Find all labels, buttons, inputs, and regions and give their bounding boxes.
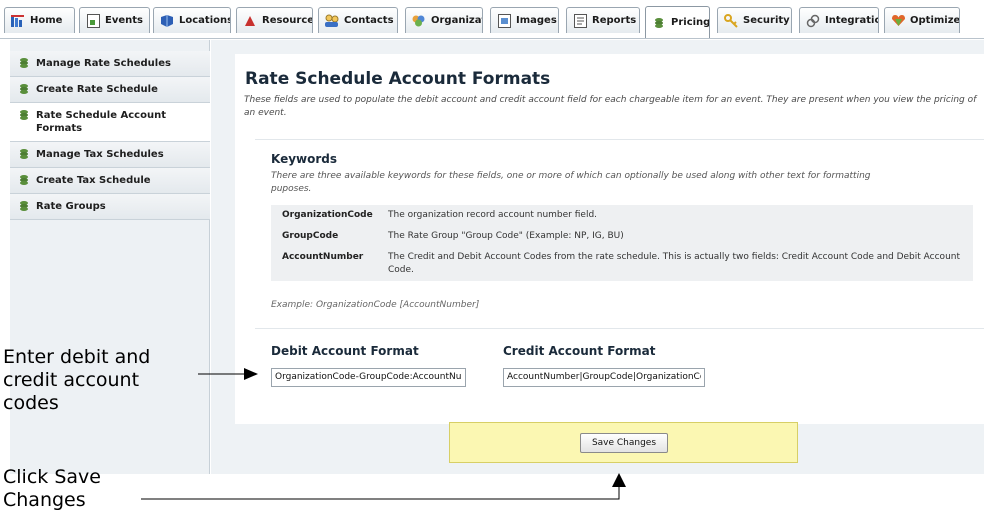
- keyword-description: The Credit and Debit Account Codes from …: [388, 252, 961, 275]
- tab-organizations-label: Organizat: [431, 15, 483, 26]
- resources-icon: [242, 13, 258, 29]
- keyword-name: GroupCode: [282, 231, 339, 241]
- tab-organizations[interactable]: Organizat: [405, 7, 483, 33]
- keyword-description: The Rate Group "Group Code" (Example: NP…: [388, 231, 624, 241]
- tab-locations-label: Locations: [179, 15, 231, 26]
- sidebar-item-label: Manage Rate Schedules: [36, 58, 171, 69]
- sidebar-item-rate-groups[interactable]: Rate Groups: [10, 194, 210, 220]
- main-tab-bar: Home Events Locations Resource Contacts …: [0, 0, 984, 39]
- debit-format-label: Debit Account Format: [271, 344, 419, 358]
- tab-contacts-label: Contacts: [344, 15, 394, 26]
- money-icon: [20, 84, 28, 94]
- tab-home[interactable]: Home: [4, 7, 75, 33]
- credit-format-input[interactable]: [503, 367, 705, 387]
- tab-resources[interactable]: Resource: [236, 7, 313, 33]
- tab-events-label: Events: [105, 15, 143, 26]
- tab-integration-label: Integratic: [825, 15, 879, 26]
- save-changes-button[interactable]: Save Changes: [580, 433, 668, 453]
- organizations-icon: [411, 13, 427, 29]
- sidebar-item-label: Create Tax Schedule: [36, 175, 151, 186]
- money-icon: [20, 175, 28, 185]
- tab-security-label: Security: [743, 15, 790, 26]
- main-content: Rate Schedule Account Formats These fiel…: [211, 40, 984, 474]
- money-icon: [20, 201, 28, 211]
- keyword-row: OrganizationCode The organization record…: [271, 205, 973, 226]
- arrow-line-to-save-button: [141, 487, 620, 500]
- keywords-table: OrganizationCode The organization record…: [271, 205, 973, 281]
- sidebar-item-label: Create Rate Schedule: [36, 84, 158, 95]
- tab-integration[interactable]: Integratic: [799, 7, 879, 33]
- keywords-title: Keywords: [271, 152, 338, 166]
- tab-reports-label: Reports: [592, 15, 637, 26]
- credit-format-group: Credit Account Format: [503, 344, 705, 387]
- money-icon: [20, 110, 28, 120]
- sidebar-item-rate-schedule-account-formats[interactable]: Rate Schedule Account Formats: [10, 103, 210, 142]
- sidebar-item-manage-tax-schedules[interactable]: Manage Tax Schedules: [10, 142, 210, 168]
- keyword-name: AccountNumber: [282, 252, 364, 262]
- keywords-section: Keywords There are three available keywo…: [255, 139, 984, 329]
- money-icon: [20, 58, 28, 68]
- save-area: Save Changes: [449, 422, 798, 463]
- sidebar-item-manage-rate-schedules[interactable]: Manage Rate Schedules: [10, 51, 210, 77]
- tab-images[interactable]: Images: [490, 7, 559, 33]
- sidebar-menu: Manage Rate Schedules Create Rate Schedu…: [10, 51, 210, 220]
- keyword-description: The organization record account number f…: [388, 210, 598, 220]
- reports-icon: [572, 13, 588, 29]
- contacts-icon: [324, 13, 340, 29]
- account-formats-panel: Rate Schedule Account Formats These fiel…: [235, 54, 984, 424]
- tab-images-label: Images: [516, 15, 557, 26]
- tab-locations[interactable]: Locations: [153, 7, 231, 33]
- security-icon: [723, 13, 739, 29]
- keywords-example: Example: OrganizationCode [AccountNumber…: [271, 300, 480, 310]
- money-icon: [20, 149, 28, 159]
- sidebar-item-create-rate-schedule[interactable]: Create Rate Schedule: [10, 77, 210, 103]
- annotation-click-save: Click Save Changes: [3, 466, 101, 511]
- images-icon: [496, 13, 512, 29]
- credit-format-label: Credit Account Format: [503, 344, 656, 358]
- sidebar-item-label: Rate Schedule Account Formats: [36, 110, 166, 134]
- tab-optimizer-label: Optimizer: [910, 15, 960, 26]
- integration-icon: [805, 13, 821, 29]
- sidebar-item-create-tax-schedule[interactable]: Create Tax Schedule: [10, 168, 210, 194]
- tab-events[interactable]: Events: [79, 7, 150, 33]
- keywords-description: There are three available keywords for t…: [271, 171, 871, 194]
- home-icon: [10, 13, 26, 29]
- keyword-row: AccountNumber The Credit and Debit Accou…: [271, 247, 973, 281]
- page-title: Rate Schedule Account Formats: [245, 69, 551, 89]
- events-icon: [85, 13, 101, 29]
- tab-pricing[interactable]: Pricing: [645, 6, 710, 38]
- annotation-enter-codes: Enter debit and credit account codes: [3, 346, 151, 414]
- keyword-row: GroupCode The Rate Group "Group Code" (E…: [271, 226, 973, 247]
- debit-format-input[interactable]: [271, 367, 466, 387]
- sidebar-item-label: Manage Tax Schedules: [36, 149, 164, 160]
- page-description: These fields are used to populate the de…: [244, 95, 977, 118]
- tab-reports[interactable]: Reports: [566, 7, 640, 33]
- debit-format-group: Debit Account Format: [271, 344, 466, 387]
- optimizer-icon: [890, 13, 906, 29]
- tab-pricing-label: Pricing: [671, 17, 710, 28]
- tab-resources-label: Resource: [262, 15, 313, 26]
- arrow-head-to-save-button: [612, 473, 626, 487]
- tab-contacts[interactable]: Contacts: [318, 7, 398, 33]
- sidebar-item-label: Rate Groups: [36, 201, 106, 212]
- keyword-name: OrganizationCode: [282, 210, 373, 220]
- tab-security[interactable]: Security: [717, 7, 792, 33]
- tab-home-label: Home: [30, 15, 63, 26]
- pricing-icon: [651, 15, 667, 31]
- locations-icon: [159, 13, 175, 29]
- tab-optimizer[interactable]: Optimizer: [884, 7, 960, 33]
